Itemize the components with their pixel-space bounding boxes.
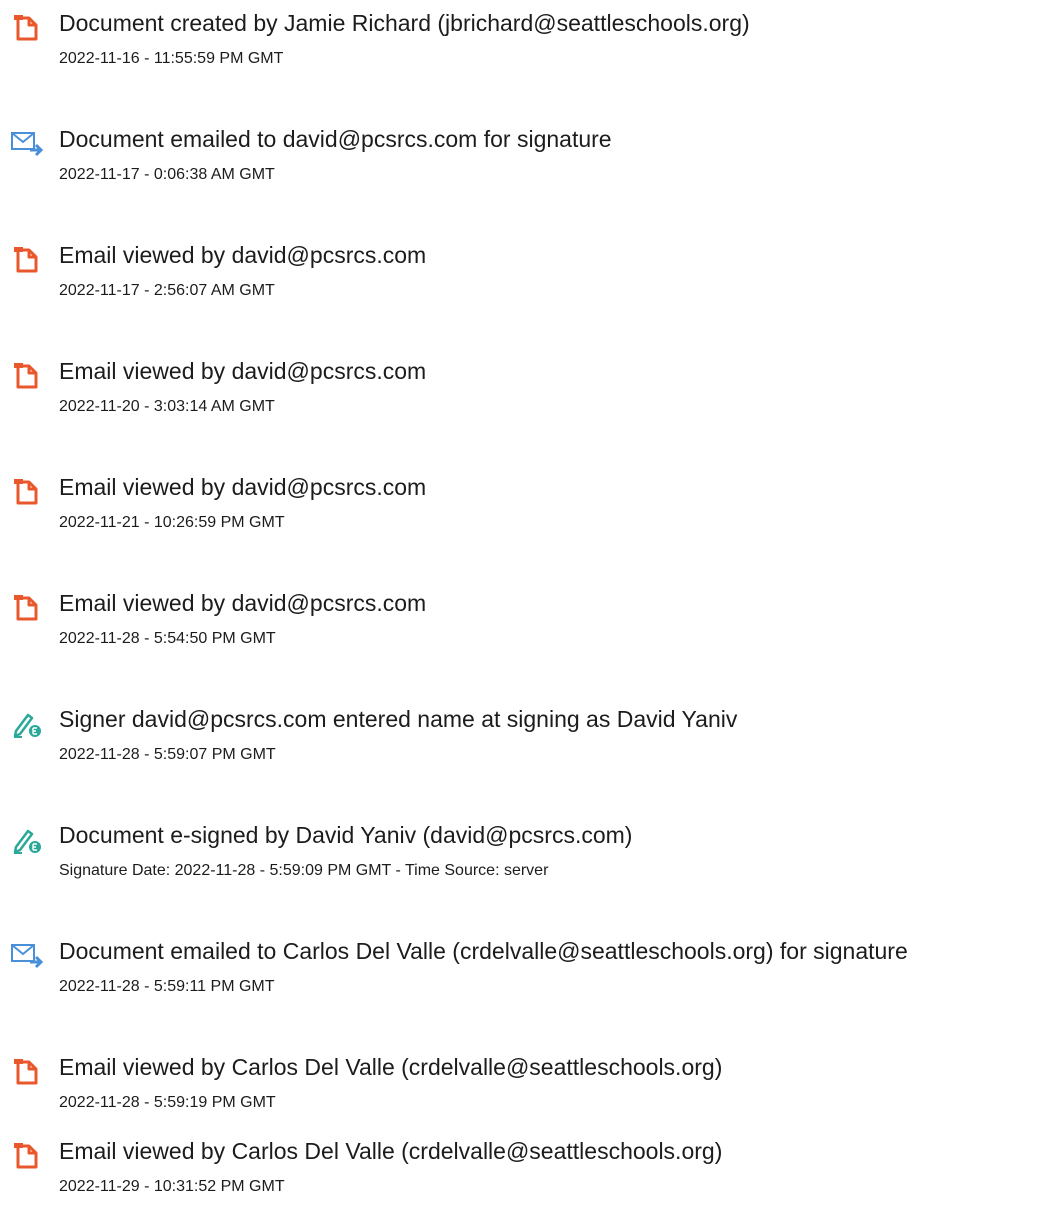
document-icon — [10, 591, 44, 625]
event-title: Email viewed by Carlos Del Valle (crdelv… — [59, 1138, 723, 1164]
event-title: Email viewed by david@pcsrcs.com — [59, 474, 427, 500]
event-timestamp: 2022-11-28 - 5:59:07 PM GMT — [59, 746, 276, 763]
document-icon — [10, 11, 44, 45]
event-timestamp: 2022-11-17 - 2:56:07 AM GMT — [59, 282, 275, 299]
email-icon — [10, 127, 44, 161]
event-title: Email viewed by Carlos Del Valle (crdelv… — [59, 1054, 723, 1080]
event-title: Email viewed by david@pcsrcs.com — [59, 590, 427, 616]
event-title: Document e-signed by David Yaniv (david@… — [59, 822, 633, 848]
document-icon — [10, 475, 44, 509]
event-timestamp: Signature Date: 2022-11-28 - 5:59:09 PM … — [59, 862, 549, 879]
event-timestamp: 2022-11-21 - 10:26:59 PM GMT — [59, 514, 285, 531]
document-icon — [10, 1139, 44, 1173]
email-icon — [10, 939, 44, 973]
event-row: Document created by Jamie Richard (jbric… — [0, 8, 1043, 88]
event-row: Document emailed to Carlos Del Valle (cr… — [0, 936, 1043, 1016]
esign-icon — [10, 823, 44, 857]
event-row: Signer david@pcsrcs.com entered name at … — [0, 704, 1043, 784]
event-timestamp: 2022-11-20 - 3:03:14 AM GMT — [59, 398, 275, 415]
document-icon — [10, 359, 44, 393]
event-timestamp: 2022-11-17 - 0:06:38 AM GMT — [59, 166, 275, 183]
event-row: Document emailed to david@pcsrcs.com for… — [0, 124, 1043, 204]
event-row: Email viewed by david@pcsrcs.com 2022-11… — [0, 588, 1043, 668]
event-title: Document created by Jamie Richard (jbric… — [59, 10, 750, 36]
event-timestamp: 2022-11-28 - 5:54:50 PM GMT — [59, 630, 276, 647]
event-timestamp: 2022-11-28 - 5:59:19 PM GMT — [59, 1094, 276, 1111]
event-title: Email viewed by david@pcsrcs.com — [59, 358, 427, 384]
event-timestamp: 2022-11-29 - 10:31:52 PM GMT — [59, 1178, 285, 1195]
event-title: Signer david@pcsrcs.com entered name at … — [59, 706, 738, 732]
event-row: Email viewed by Carlos Del Valle (crdelv… — [0, 1136, 1043, 1216]
event-row: Email viewed by david@pcsrcs.com 2022-11… — [0, 356, 1043, 436]
esign-icon — [10, 707, 44, 741]
event-timestamp: 2022-11-16 - 11:55:59 PM GMT — [59, 50, 284, 67]
event-timestamp: 2022-11-28 - 5:59:11 PM GMT — [59, 978, 275, 995]
event-row: Email viewed by david@pcsrcs.com 2022-11… — [0, 472, 1043, 552]
document-icon — [10, 1055, 44, 1089]
event-title: Document emailed to david@pcsrcs.com for… — [59, 126, 612, 152]
event-row: Email viewed by Carlos Del Valle (crdelv… — [0, 1052, 1043, 1132]
document-icon — [10, 243, 44, 277]
event-title: Document emailed to Carlos Del Valle (cr… — [59, 938, 908, 964]
event-row: Document e-signed by David Yaniv (david@… — [0, 820, 1043, 900]
event-row: Email viewed by david@pcsrcs.com 2022-11… — [0, 240, 1043, 320]
event-title: Email viewed by david@pcsrcs.com — [59, 242, 427, 268]
